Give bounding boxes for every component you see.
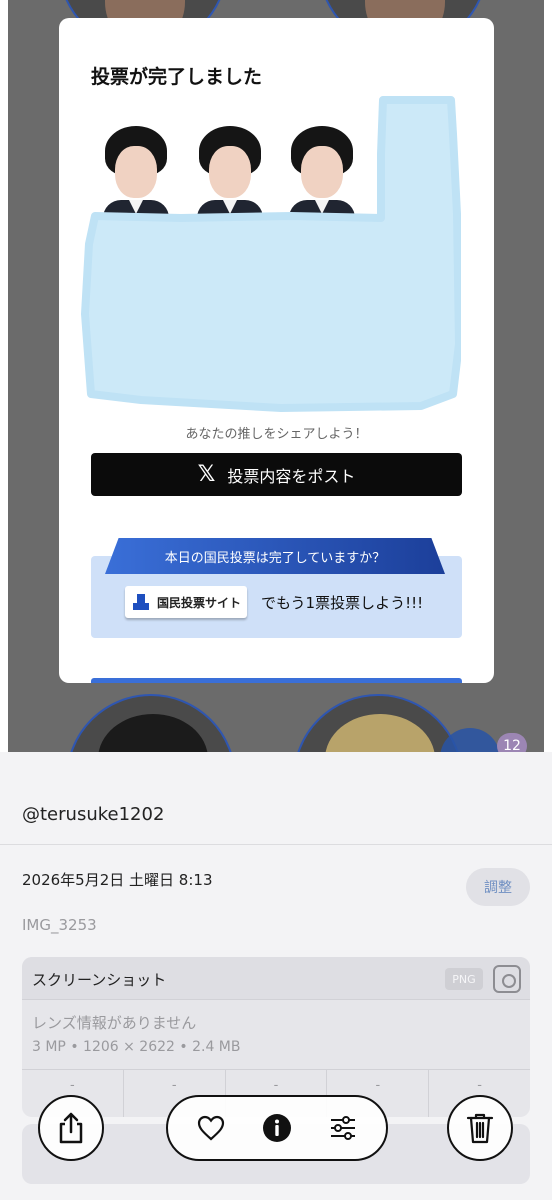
share-prompt: あなたの推しをシェアしよう！ (185, 427, 368, 442)
national-vote-site-button[interactable]: 国民投票サイト (125, 586, 247, 618)
site-button-label: 国民投票サイト (157, 595, 242, 610)
share-button[interactable] (38, 1095, 104, 1161)
favorite-button[interactable] (191, 1108, 231, 1148)
image-type-label: スクリーンショット (32, 971, 167, 989)
share-icon (59, 1112, 83, 1144)
post-button-label: 投票内容をポスト (227, 466, 356, 486)
ballot-icon (133, 594, 149, 610)
format-tag: PNG (445, 968, 483, 990)
vote-complete-modal: 投票が完了しました あなたの推しをシェアしよう！ 𝕏 投票内容をポスト 国民投票… (59, 18, 494, 683)
vote-count-badge: 12 (497, 733, 527, 752)
caption-username[interactable]: @terusuke1202 (22, 804, 164, 825)
edit-button[interactable] (323, 1108, 363, 1148)
photo-action-pill (166, 1095, 388, 1161)
metadata-card: スクリーンショット PNG レンズ情報がありません 3 MP • 1206 × … (22, 957, 530, 1117)
background-member-avatar (293, 694, 463, 752)
photo-info-sheet: @terusuke1202 2026年5月2日 土曜日 8:13 調整 IMG_… (0, 752, 552, 1200)
adjust-date-button[interactable]: 調整 (466, 868, 530, 906)
info-icon (263, 1114, 291, 1142)
background-member-avatar (66, 694, 236, 752)
metadata-header: スクリーンショット PNG (22, 957, 530, 1000)
photo-preview[interactable]: 12 投票が完了しました あなたの推しをシェアしよう！ 𝕏 投票内容をポスト 国… (0, 0, 552, 752)
scribble-redaction (81, 96, 461, 412)
vote-again-text: でもう1票投票しよう!!! (261, 594, 424, 612)
delete-button[interactable] (447, 1095, 513, 1161)
lens-info: レンズ情報がありません (32, 1014, 197, 1032)
post-to-x-button[interactable]: 𝕏 投票内容をポスト (91, 453, 462, 496)
divider (0, 844, 552, 845)
image-specs: 3 MP • 1206 × 2622 • 2.4 MB (32, 1039, 241, 1055)
modal-title: 投票が完了しました (91, 66, 263, 88)
adjust-icon (331, 1116, 355, 1140)
trash-icon (466, 1113, 494, 1144)
capture-datetime: 2026年5月2日 土曜日 8:13 (22, 871, 213, 889)
info-button[interactable] (257, 1108, 297, 1148)
screenshot-camera-icon[interactable] (493, 965, 521, 993)
x-logo-icon: 𝕏 (197, 461, 216, 487)
next-section-edge (91, 678, 462, 683)
national-vote-ribbon: 本日の国民投票は完了していますか？ (105, 538, 445, 574)
heart-icon (197, 1115, 225, 1141)
file-name: IMG_3253 (22, 916, 97, 934)
